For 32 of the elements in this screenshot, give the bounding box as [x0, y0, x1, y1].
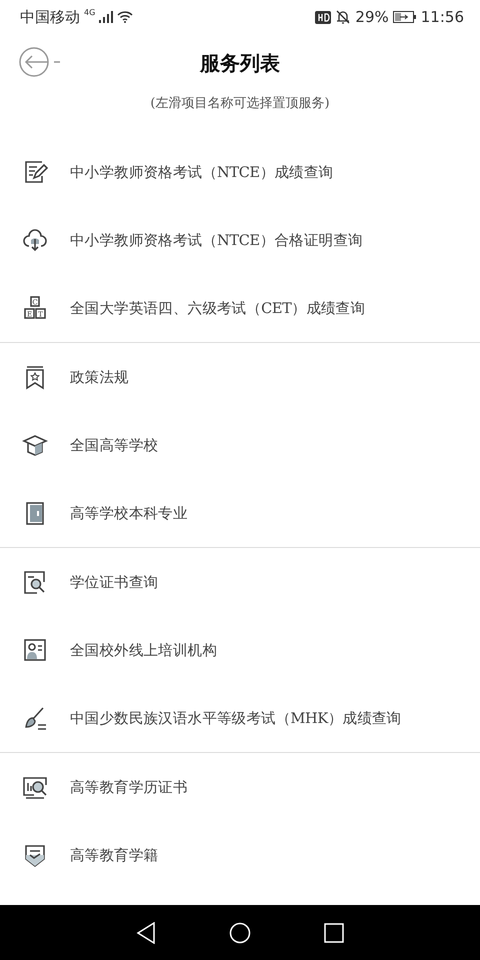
profile-card-icon: [22, 637, 48, 663]
network-type: 4G: [84, 8, 96, 17]
hd-icon: [315, 10, 332, 24]
recents-nav-button[interactable]: [324, 922, 344, 942]
edit-document-icon: [22, 159, 48, 185]
home-nav-button[interactable]: [228, 922, 251, 944]
brush-icon: [22, 705, 48, 731]
graduation-cap-icon: [22, 432, 48, 458]
page-title: 服务列表: [200, 50, 280, 76]
service-item[interactable]: 全国校外线上培训机构: [0, 616, 480, 684]
cloud-download-icon: [22, 227, 48, 253]
swipe-hint: (左滑项目名称可选择置顶服务): [149, 95, 331, 112]
shield-check-icon: [22, 842, 48, 868]
service-item[interactable]: 高等学校本科专业: [0, 479, 480, 547]
battery-percent: 29%: [355, 8, 389, 26]
service-item[interactable]: 中小学教师资格考试（NTCE）合格证明查询: [0, 206, 480, 274]
carrier-name: 中国移动: [20, 8, 80, 26]
muted-bell-icon: [335, 9, 352, 25]
service-item[interactable]: 中国少数民族汉语水平等级考试（MHK）成绩查询: [0, 684, 480, 752]
monitor-search-icon: [22, 774, 48, 800]
back-nav-button[interactable]: [136, 922, 156, 944]
service-item[interactable]: 高等教育学籍: [0, 821, 480, 889]
service-item[interactable]: 政策法规: [0, 343, 480, 411]
document-search-icon: [22, 569, 48, 595]
service-item[interactable]: 高等教育学历证书: [0, 753, 480, 821]
battery-icon: [392, 11, 417, 23]
service-item[interactable]: 中小学教师资格考试（NTCE）成绩查询: [0, 138, 480, 206]
service-item[interactable]: 学位证书查询: [0, 548, 480, 616]
service-item[interactable]: 全国高等学校: [0, 411, 480, 479]
wifi-icon: [117, 11, 134, 23]
signal-icon: [99, 11, 114, 23]
clock-time: 11:56: [420, 8, 464, 26]
